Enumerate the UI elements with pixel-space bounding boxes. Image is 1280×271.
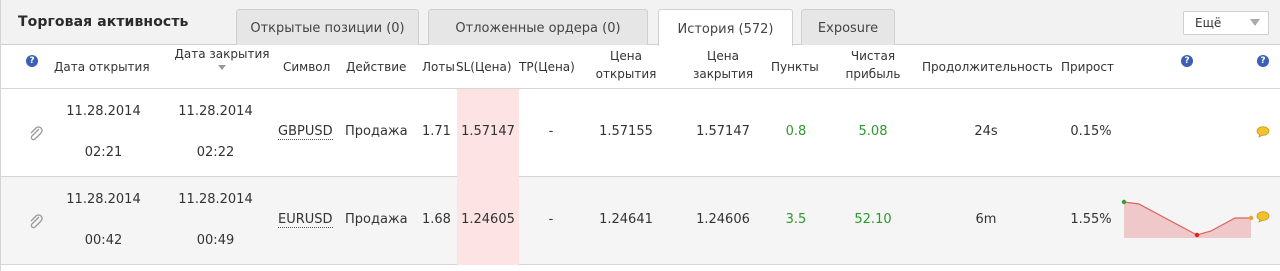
action: Продажа <box>345 212 408 227</box>
points: 0.8 <box>785 124 807 139</box>
col-points[interactable]: Пункты <box>771 58 819 76</box>
col-sl[interactable]: SL(Цена) <box>456 58 512 76</box>
sort-desc-icon <box>218 65 226 70</box>
col-open-price-line2: открытия <box>595 67 657 81</box>
col-open-price[interactable]: Цена открытия <box>591 47 661 83</box>
col-net-profit-line1: Чистая <box>850 49 896 63</box>
paperclip-icon[interactable] <box>28 126 44 142</box>
growth: 1.55% <box>1070 212 1112 227</box>
tp-price: - <box>548 212 554 227</box>
close-price: 1.57147 <box>696 124 750 139</box>
col-symbol[interactable]: Символ <box>283 58 330 76</box>
close-time: 02:22 <box>196 145 235 160</box>
tab-open-positions[interactable]: Открытые позиции (0) <box>236 9 419 45</box>
col-close-price-line2: закрытия <box>692 67 754 81</box>
lots: 1.68 <box>422 212 451 227</box>
symbol-label: EURUSD <box>278 212 333 228</box>
close-price: 1.24606 <box>696 212 750 227</box>
comment-icon[interactable] <box>1256 126 1270 138</box>
paperclip-icon[interactable] <box>28 214 44 230</box>
help-icon[interactable]: ? <box>1257 55 1269 67</box>
close-time: 00:49 <box>196 233 235 248</box>
tp-price: - <box>548 124 554 139</box>
comment-icon[interactable] <box>1256 211 1270 223</box>
close-date: 11.28.2014 <box>178 192 253 207</box>
close-date: 11.28.2014 <box>178 104 253 119</box>
open-date: 11.28.2014 <box>66 104 141 119</box>
tab-pending-orders[interactable]: Отложенные ордера (0) <box>428 9 648 45</box>
more-dropdown[interactable]: Ещё <box>1183 11 1269 35</box>
help-icon[interactable]: ? <box>26 55 38 67</box>
col-close-price-line1: Цена <box>707 49 739 63</box>
panel-title: Торговая активность <box>18 14 189 30</box>
table-header: ? Дата открытия Дата закрытия Символ Дей… <box>1 45 1280 89</box>
col-net-profit[interactable]: Чистая прибыль <box>837 47 909 83</box>
open-price: 1.24641 <box>599 212 653 227</box>
price-sparkline <box>1121 199 1254 238</box>
points: 3.5 <box>785 212 807 227</box>
net-profit: 5.08 <box>858 124 888 139</box>
sparkline-low-point <box>1194 232 1200 238</box>
sl-column-highlight <box>457 89 519 265</box>
symbol-link[interactable]: EURUSD <box>278 212 333 228</box>
col-net-profit-line2: прибыль <box>845 67 901 81</box>
trading-activity-panel: Торговая активность Открытые позиции (0)… <box>0 0 1280 271</box>
tab-exposure[interactable]: Exposure <box>801 9 895 45</box>
tab-bar: Торговая активность Открытые позиции (0)… <box>1 0 1280 46</box>
col-close-date[interactable]: Дата закрытия <box>167 45 277 70</box>
col-open-price-line1: Цена <box>610 49 642 63</box>
col-close-price[interactable]: Цена закрытия <box>686 47 760 83</box>
chevron-down-icon <box>1250 19 1260 26</box>
table-footer-spacer <box>1 265 1280 271</box>
col-close-date-label: Дата закрытия <box>174 47 270 61</box>
symbol-label: GBPUSD <box>278 124 333 140</box>
sparkline-open-point <box>1121 199 1127 205</box>
growth: 0.15% <box>1070 124 1112 139</box>
open-date: 11.28.2014 <box>66 192 141 207</box>
more-label: Ещё <box>1195 16 1222 30</box>
help-icon[interactable]: ? <box>1181 55 1193 67</box>
open-time: 00:42 <box>84 233 123 248</box>
col-duration[interactable]: Продолжительность <box>922 58 1053 76</box>
tab-history[interactable]: История (572) <box>658 9 793 46</box>
col-lots[interactable]: Лоты <box>422 58 455 76</box>
net-profit: 52.10 <box>854 212 892 227</box>
sl-price: 1.57147 <box>461 124 515 139</box>
lots: 1.71 <box>422 124 451 139</box>
col-tp[interactable]: TP(Цена) <box>519 58 575 76</box>
col-growth[interactable]: Прирост <box>1061 58 1114 76</box>
sparkline-close-point <box>1248 215 1254 221</box>
action: Продажа <box>345 124 408 139</box>
col-action[interactable]: Действие <box>346 58 406 76</box>
open-price: 1.57155 <box>599 124 653 139</box>
col-open-date[interactable]: Дата открытия <box>54 58 150 76</box>
symbol-link[interactable]: GBPUSD <box>278 124 333 140</box>
open-time: 02:21 <box>84 145 123 160</box>
duration: 6m <box>975 212 997 227</box>
sl-price: 1.24605 <box>461 212 515 227</box>
duration: 24s <box>974 124 998 139</box>
